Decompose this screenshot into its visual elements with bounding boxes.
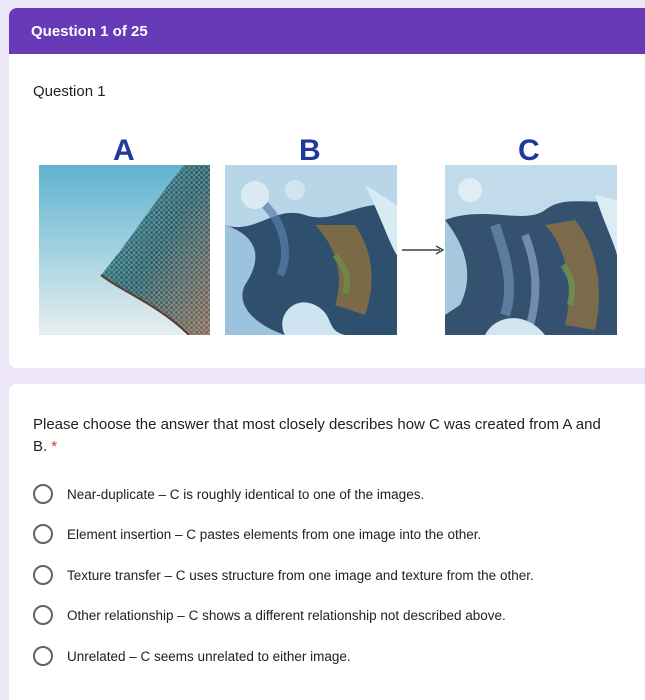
option-label: Texture transfer – C uses structure from… (67, 567, 534, 583)
radio-button[interactable] (33, 524, 53, 544)
radio-button[interactable] (33, 605, 53, 625)
image-label-c: C (518, 134, 540, 167)
image-row: A B C (9, 136, 645, 346)
option-other-relationship[interactable]: Other relationship – C shows a different… (33, 605, 506, 625)
option-unrelated[interactable]: Unrelated – C seems unrelated to either … (33, 646, 351, 666)
option-label: Near-duplicate – C is roughly identical … (67, 486, 425, 502)
option-texture-transfer[interactable]: Texture transfer – C uses structure from… (33, 565, 534, 585)
image-a (39, 165, 210, 335)
radio-button[interactable] (33, 646, 53, 666)
prompt-text: Please choose the answer that most close… (33, 416, 601, 455)
option-element-insertion[interactable]: Element insertion – C pastes elements fr… (33, 524, 481, 544)
option-near-duplicate[interactable]: Near-duplicate – C is roughly identical … (33, 484, 424, 504)
option-label: Unrelated – C seems unrelated to either … (67, 648, 351, 664)
option-label: Element insertion – C pastes elements fr… (67, 526, 482, 542)
required-mark: * (51, 438, 58, 455)
arrow-icon (402, 243, 446, 261)
radio-button[interactable] (33, 565, 53, 585)
image-label-a: A (113, 134, 135, 167)
image-label-b: B (299, 134, 321, 167)
question-answer-card: Please choose the answer that most close… (9, 384, 645, 700)
question-title: Question 1 (33, 83, 106, 100)
question-image-card: Question 1 of 25 Question 1 A B C (9, 8, 645, 368)
option-label: Other relationship – C shows a different… (67, 607, 506, 623)
image-c (445, 165, 617, 335)
progress-header: Question 1 of 25 (9, 8, 645, 54)
image-b (225, 165, 397, 335)
progress-label: Question 1 of 25 (31, 22, 148, 40)
question-prompt: Please choose the answer that most close… (33, 414, 613, 458)
radio-button[interactable] (33, 484, 53, 504)
